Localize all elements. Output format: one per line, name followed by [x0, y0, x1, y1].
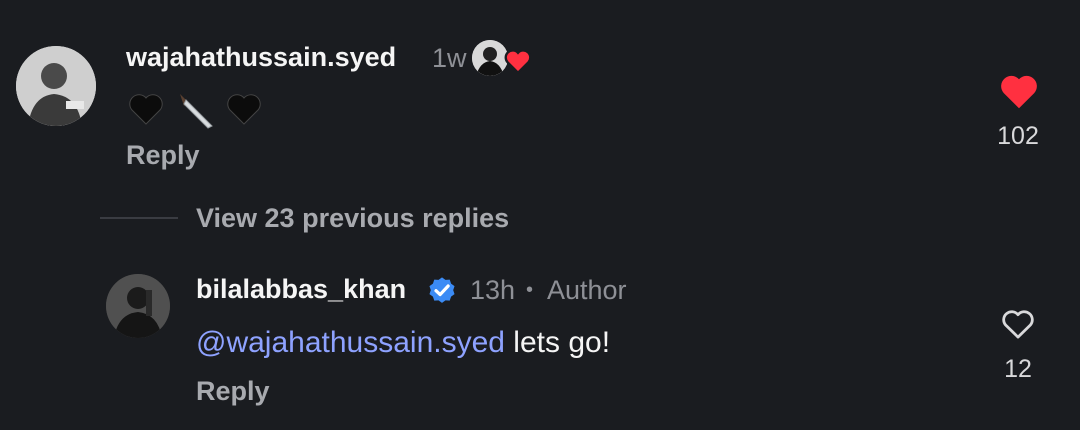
- meta-separator: •: [526, 279, 534, 301]
- view-previous-replies-button[interactable]: View 23 previous replies: [196, 203, 509, 234]
- thread-divider: [100, 217, 178, 219]
- comment-timestamp: 1w: [432, 43, 467, 73]
- reply-username[interactable]: bilalabbas_khan: [196, 274, 406, 305]
- comment-reply-button[interactable]: Reply: [126, 140, 200, 171]
- heart-outline-icon[interactable]: [1000, 308, 1036, 340]
- reply-author-avatar[interactable]: [106, 274, 170, 338]
- comment-emoji-text: [128, 86, 278, 130]
- comment-like-count: 102: [997, 122, 1039, 150]
- small-heart-icon: [504, 49, 532, 74]
- reply-text: @wajahathussain.syed lets go!: [196, 326, 610, 360]
- commenter-username[interactable]: wajahathussain.syed: [126, 42, 396, 73]
- reply-reply-button[interactable]: Reply: [196, 376, 270, 407]
- reply-body: lets go!: [504, 326, 611, 359]
- author-label: Author: [547, 275, 627, 305]
- reply-timestamp: 13h: [470, 275, 516, 305]
- heart-filled-icon[interactable]: [998, 72, 1040, 110]
- mention-link[interactable]: @wajahathussain.syed: [196, 326, 505, 359]
- reply-like-count: 12: [1004, 355, 1032, 383]
- commenter-avatar[interactable]: [16, 46, 96, 126]
- creator-avatar-mini: [472, 40, 508, 76]
- verified-badge-icon: [429, 277, 455, 303]
- creator-liked-badge: [472, 40, 532, 80]
